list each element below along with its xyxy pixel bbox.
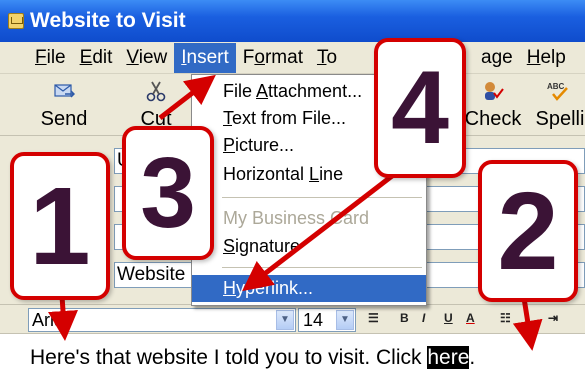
send-button[interactable]: Send	[34, 78, 94, 131]
chevron-down-icon[interactable]: ▼	[276, 310, 294, 330]
menu-file[interactable]: File	[28, 43, 73, 73]
numbering-icon[interactable]: ☷	[500, 311, 511, 325]
send-icon	[34, 78, 94, 104]
selected-text: here	[427, 346, 470, 369]
menu-item-hyperlink[interactable]: Hyperlink...	[192, 275, 426, 302]
chevron-down-icon[interactable]: ▼	[336, 310, 354, 330]
callout-4: 4	[374, 38, 466, 178]
menu-item-business-card[interactable]: My Business Card	[192, 205, 426, 232]
menu-format[interactable]: Format	[236, 43, 310, 73]
paragraph-style-icon[interactable]: ☰	[368, 311, 379, 325]
scissors-icon	[134, 78, 178, 104]
message-body[interactable]: Here's that website I told you to visit.…	[0, 334, 585, 377]
menu-edit[interactable]: Edit	[73, 43, 120, 73]
menu-message[interactable]: age	[474, 43, 520, 73]
check-names-icon	[462, 78, 524, 104]
spelling-icon: ABC	[530, 78, 585, 104]
menu-bar: File Edit View Insert Format To age Help	[0, 42, 585, 74]
window-title: Website to Visit	[30, 9, 186, 32]
menu-separator	[222, 267, 422, 268]
check-names-button[interactable]: Check	[462, 78, 524, 131]
svg-text:ABC: ABC	[547, 82, 565, 91]
spelling-label: Spelli	[535, 108, 585, 130]
formatting-toolbar: Arial ▼ 14 ▼ ☰ B I U A ☷ ⇥	[0, 304, 585, 334]
menu-tools[interactable]: To	[310, 43, 344, 73]
callout-1: 1	[10, 152, 110, 300]
menu-item-signature[interactable]: Signature	[192, 233, 426, 260]
cut-button[interactable]: Cut	[134, 78, 178, 131]
check-label: Check	[464, 108, 522, 130]
title-bar: Website to Visit	[0, 0, 585, 42]
send-label: Send	[40, 108, 88, 130]
font-select[interactable]: Arial ▼	[28, 308, 296, 332]
underline-button[interactable]: U	[444, 311, 453, 325]
callout-3: 3	[122, 126, 214, 260]
menu-insert[interactable]: Insert	[174, 42, 236, 73]
font-size-select[interactable]: 14 ▼	[298, 308, 356, 332]
italic-button[interactable]: I	[422, 311, 425, 325]
font-color-button[interactable]: A	[466, 311, 475, 325]
callout-2: 2	[478, 160, 578, 302]
menu-view[interactable]: View	[119, 43, 174, 73]
menu-separator	[222, 197, 422, 198]
envelope-icon	[8, 13, 24, 29]
bold-button[interactable]: B	[400, 311, 409, 325]
indent-icon[interactable]: ⇥	[548, 311, 558, 325]
spelling-button[interactable]: ABC Spelli	[530, 78, 585, 131]
menu-help[interactable]: Help	[520, 43, 573, 73]
